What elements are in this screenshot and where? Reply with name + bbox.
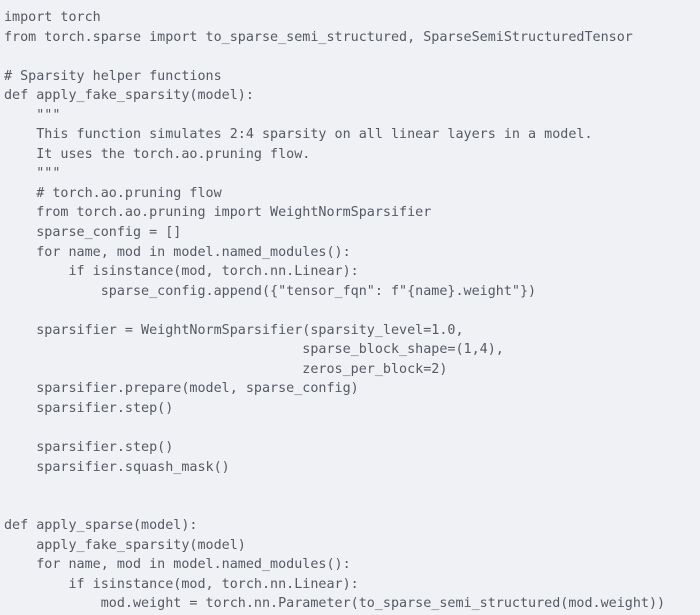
code-line: def apply_sparse(model): bbox=[4, 518, 198, 534]
code-line: apply_fake_sparsity(model) bbox=[4, 537, 246, 553]
code-line: """ bbox=[4, 107, 61, 123]
code-listing[interactable]: import torch from torch.sparse import to_… bbox=[4, 8, 700, 614]
code-line: # Sparsity helper functions bbox=[4, 68, 222, 84]
code-line: for name, mod in model.named_modules(): bbox=[4, 557, 351, 573]
code-line: This function simulates 2:4 sparsity on … bbox=[4, 127, 593, 143]
code-line: # torch.ao.pruning flow bbox=[4, 185, 222, 201]
code-line: from torch.sparse import to_sparse_semi_… bbox=[4, 29, 633, 45]
code-line: sparsifier.step() bbox=[4, 400, 174, 416]
code-line: sparsifier.step() bbox=[4, 440, 174, 456]
code-line: """ bbox=[4, 166, 61, 182]
code-line: sparsifier.squash_mask() bbox=[4, 459, 230, 475]
code-line: for name, mod in model.named_modules(): bbox=[4, 244, 351, 260]
code-line: zeros_per_block=2) bbox=[4, 361, 448, 377]
code-line: def apply_fake_sparsity(model): bbox=[4, 88, 254, 104]
code-line: It uses the torch.ao.pruning flow. bbox=[4, 146, 311, 162]
code-line: from torch.ao.pruning import WeightNormS… bbox=[4, 205, 432, 221]
code-line: sparse_config.append({"tensor_fqn": f"{n… bbox=[4, 283, 537, 299]
code-line: if isinstance(mod, torch.nn.Linear): bbox=[4, 264, 359, 280]
code-line: sparsifier = WeightNormSparsifier(sparsi… bbox=[4, 322, 464, 338]
code-line: if isinstance(mod, torch.nn.Linear): bbox=[4, 576, 359, 592]
code-block[interactable]: import torch from torch.sparse import to_… bbox=[0, 0, 700, 615]
code-line: mod.weight = torch.nn.Parameter(to_spars… bbox=[4, 596, 666, 612]
code-line: sparse_config = [] bbox=[4, 225, 182, 241]
code-line: sparsifier.prepare(model, sparse_config) bbox=[4, 381, 359, 397]
code-line: sparse_block_shape=(1,4), bbox=[4, 342, 504, 358]
code-line: import torch bbox=[4, 10, 101, 25]
